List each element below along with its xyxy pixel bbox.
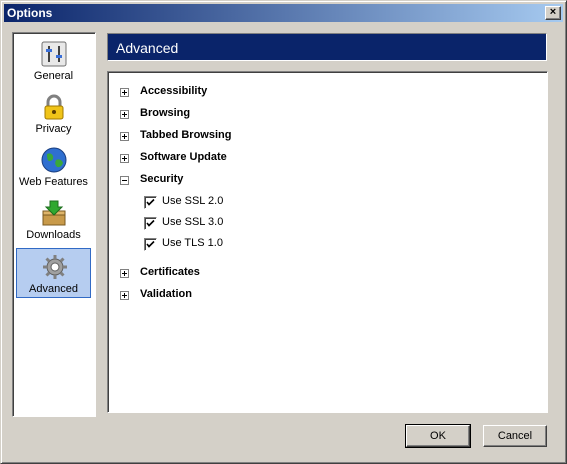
advanced-settings-tree: Accessibility Browsing Tabbed Browsing S… [107, 71, 548, 413]
section-header: Advanced [107, 33, 547, 61]
checkbox[interactable] [144, 196, 157, 209]
checkmark-icon [146, 240, 155, 248]
window-title: Options [7, 6, 53, 20]
padlock-icon [44, 94, 64, 120]
section-title: Advanced [116, 40, 179, 56]
sidebar-item-label: Advanced [29, 283, 78, 295]
checkmark-icon [146, 219, 155, 227]
expand-plus-icon[interactable] [120, 154, 129, 163]
checkbox-label: Use SSL 3.0 [162, 216, 224, 228]
download-box-icon [42, 200, 66, 226]
ok-button[interactable]: OK [405, 424, 471, 448]
checkbox-label: Use SSL 2.0 [162, 195, 224, 207]
tree-node-label: Software Update [140, 151, 227, 163]
sidebar-item-label: Downloads [26, 229, 81, 241]
checkbox[interactable] [144, 217, 157, 230]
options-dialog: Options × General Privacy Web Features D… [0, 0, 567, 464]
globe-icon [41, 147, 67, 173]
expand-plus-icon[interactable] [120, 291, 129, 300]
tree-node-label: Accessibility [140, 85, 208, 97]
checkmark-icon [146, 198, 155, 206]
sidebar-item-general[interactable]: General [16, 36, 91, 86]
close-button[interactable]: × [545, 6, 561, 20]
general-settings-icon [41, 41, 67, 67]
expand-plus-icon[interactable] [120, 269, 129, 278]
tree-node-label: Browsing [140, 107, 191, 119]
collapse-minus-icon[interactable] [120, 176, 129, 185]
expand-plus-icon[interactable] [120, 110, 129, 119]
checkbox[interactable] [144, 238, 157, 251]
checkbox-label: Use TLS 1.0 [162, 237, 223, 249]
tree-node-label: Security [140, 173, 184, 185]
sidebar-item-web-features[interactable]: Web Features [16, 142, 91, 192]
sidebar-item-advanced[interactable]: Advanced [16, 248, 91, 298]
tree-node-label: Certificates [140, 266, 200, 278]
tree-node-label: Validation [140, 288, 192, 300]
gear-icon [43, 255, 67, 279]
expand-plus-icon[interactable] [120, 132, 129, 141]
tree-node-label: Tabbed Browsing [140, 129, 232, 141]
sidebar-item-label: General [33, 70, 74, 82]
cancel-button[interactable]: Cancel [483, 425, 547, 447]
expand-plus-icon[interactable] [120, 88, 129, 97]
sidebar-item-downloads[interactable]: Downloads [16, 195, 91, 245]
sidebar-item-label: Web Features [19, 176, 88, 188]
sidebar-item-privacy[interactable]: Privacy [16, 89, 91, 139]
title-bar[interactable]: Options × [4, 4, 563, 22]
sidebar-item-label: Privacy [35, 123, 72, 135]
category-sidebar: General Privacy Web Features Downloads A… [12, 32, 96, 417]
